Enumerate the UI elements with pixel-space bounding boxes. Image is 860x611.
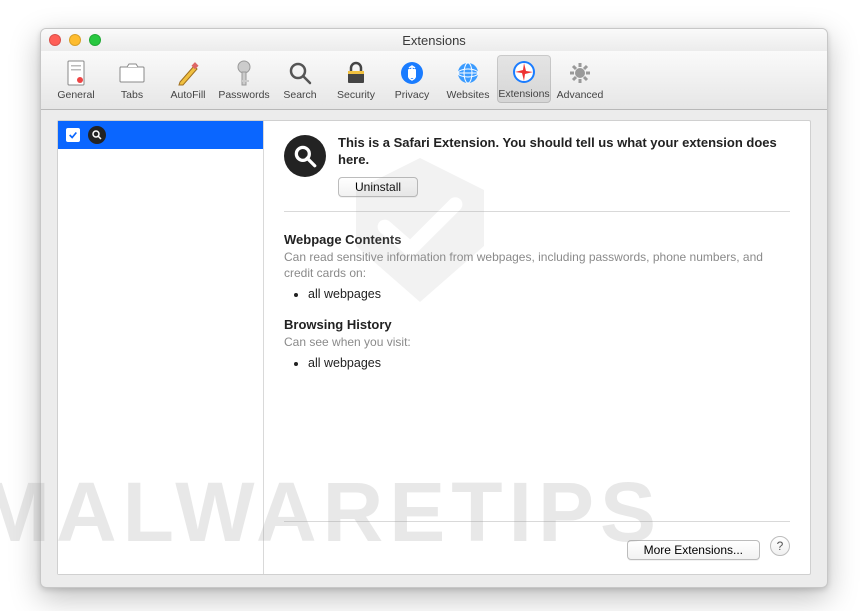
- tab-label: Tabs: [121, 89, 143, 101]
- detail-header: This is a Safari Extension. You should t…: [284, 135, 790, 212]
- perm-item: all webpages: [308, 287, 790, 301]
- window-title: Extensions: [41, 33, 827, 48]
- advanced-icon: [566, 59, 594, 87]
- tab-label: Passwords: [218, 89, 269, 101]
- general-icon: [62, 59, 90, 87]
- help-button[interactable]: ?: [770, 536, 790, 556]
- security-icon: [342, 59, 370, 87]
- autofill-icon: [174, 59, 202, 87]
- tab-label: General: [57, 89, 94, 101]
- tab-general[interactable]: General: [49, 55, 103, 103]
- perm-title-history: Browsing History: [284, 317, 790, 332]
- extensions-sidebar: [58, 121, 264, 574]
- extensions-icon: [510, 58, 538, 86]
- tab-search[interactable]: Search: [273, 55, 327, 103]
- perm-sub-webpage: Can read sensitive information from webp…: [284, 249, 790, 281]
- tab-tabs[interactable]: Tabs: [105, 55, 159, 103]
- tab-label: Extensions: [498, 88, 549, 100]
- content-area: This is a Safari Extension. You should t…: [57, 120, 811, 575]
- extension-enable-checkbox[interactable]: [66, 128, 80, 142]
- privacy-icon: [398, 59, 426, 87]
- tab-label: Advanced: [557, 89, 604, 101]
- tab-websites[interactable]: Websites: [441, 55, 495, 103]
- passwords-icon: [230, 59, 258, 87]
- tabs-icon: [118, 59, 146, 87]
- preferences-toolbar: General Tabs AutoFill Passwords Search: [41, 51, 827, 110]
- extension-list-item[interactable]: [58, 121, 263, 149]
- titlebar: Extensions: [41, 29, 827, 51]
- tab-label: Search: [283, 89, 316, 101]
- tab-autofill[interactable]: AutoFill: [161, 55, 215, 103]
- perm-item: all webpages: [308, 356, 790, 370]
- tab-privacy[interactable]: Privacy: [385, 55, 439, 103]
- websites-icon: [454, 59, 482, 87]
- permissions-section: Webpage Contents Can read sensitive info…: [284, 212, 790, 387]
- tab-label: Websites: [447, 89, 490, 101]
- extension-small-icon: [88, 126, 106, 144]
- perm-title-webpage: Webpage Contents: [284, 232, 790, 247]
- uninstall-button[interactable]: Uninstall: [338, 177, 418, 197]
- tab-extensions[interactable]: Extensions: [497, 55, 551, 103]
- tab-security[interactable]: Security: [329, 55, 383, 103]
- tab-advanced[interactable]: Advanced: [553, 55, 607, 103]
- extension-description: This is a Safari Extension. You should t…: [338, 135, 790, 169]
- search-icon: [286, 59, 314, 87]
- extension-large-icon: [284, 135, 326, 177]
- tab-label: AutoFill: [170, 89, 205, 101]
- perm-sub-history: Can see when you visit:: [284, 334, 790, 350]
- tab-label: Privacy: [395, 89, 429, 101]
- detail-footer: More Extensions... ?: [284, 521, 790, 560]
- tab-passwords[interactable]: Passwords: [217, 55, 271, 103]
- more-extensions-button[interactable]: More Extensions...: [627, 540, 760, 560]
- tab-label: Security: [337, 89, 375, 101]
- extension-detail-panel: This is a Safari Extension. You should t…: [264, 121, 810, 574]
- preferences-window: Extensions General Tabs AutoFill Passwor…: [40, 28, 828, 588]
